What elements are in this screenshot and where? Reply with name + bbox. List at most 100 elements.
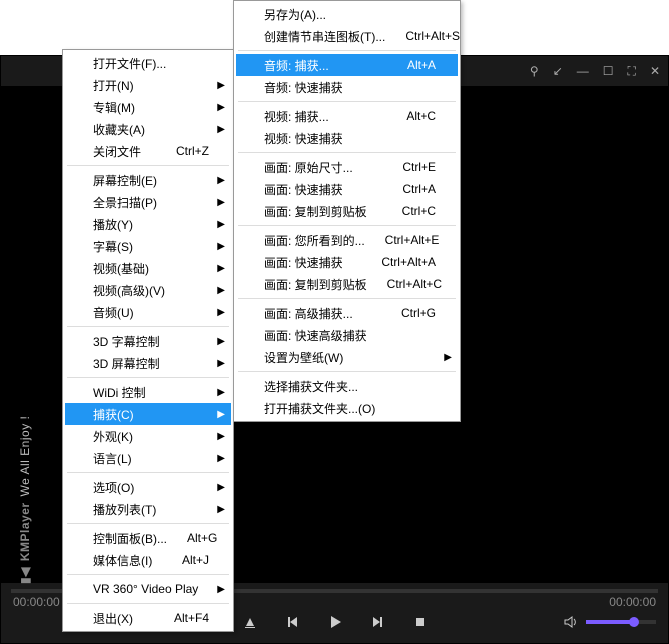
- pin-icon[interactable]: ⚲: [530, 64, 539, 78]
- record-icon[interactable]: [414, 616, 426, 628]
- menu-separator: [67, 603, 229, 604]
- menu-item-label: 全景扫描(P): [93, 194, 157, 211]
- next-icon[interactable]: [372, 616, 384, 628]
- menu-item[interactable]: 媒体信息(I) Alt+J: [65, 549, 231, 571]
- brand-watermark: ▮◀KMPlayerWe All Enjoy !: [17, 416, 32, 584]
- menu-shortcut: Ctrl+Alt+E: [365, 233, 440, 247]
- menu-item[interactable]: 专辑(M)▶: [65, 96, 231, 118]
- menu-item-label: 视频(基础): [93, 260, 149, 277]
- menu-item[interactable]: 打开(N)▶: [65, 74, 231, 96]
- context-menu-main[interactable]: 打开文件(F)...打开(N)▶专辑(M)▶收藏夹(A)▶关闭文件Ctrl+Z屏…: [62, 49, 234, 632]
- menu-item-label: 画面: 快速捕获: [264, 254, 343, 271]
- menu-separator: [238, 298, 456, 299]
- play-icon[interactable]: [328, 615, 342, 629]
- menu-item-label: 收藏夹(A): [93, 121, 145, 138]
- menu-item-label: 音频: 捕获...: [264, 57, 329, 74]
- submenu-arrow-icon: ▶: [217, 219, 225, 230]
- volume-slider[interactable]: [586, 620, 656, 624]
- menu-item[interactable]: 控制面板(B)...Alt+G: [65, 527, 231, 549]
- submenu-arrow-icon: ▶: [217, 482, 225, 493]
- menu-item[interactable]: 播放(Y)▶: [65, 213, 231, 235]
- menu-item[interactable]: 3D 屏幕控制▶: [65, 352, 231, 374]
- menu-item-label: 视频(高级)(V): [93, 282, 165, 299]
- menu-separator: [67, 326, 229, 327]
- menu-item[interactable]: 全景扫描(P)▶: [65, 191, 231, 213]
- menu-item-label: 3D 字幕控制: [93, 333, 160, 350]
- menu-item[interactable]: 创建情节串连图板(T)...Ctrl+Alt+S: [236, 25, 458, 47]
- menu-item[interactable]: 音频: 快速捕获: [236, 76, 458, 98]
- menu-item[interactable]: 选择捕获文件夹...: [236, 375, 458, 397]
- menu-shortcut: Alt+J: [162, 553, 209, 567]
- menu-item[interactable]: 音频: 捕获...Alt+A: [236, 54, 458, 76]
- menu-item[interactable]: 视频(高级)(V)▶: [65, 279, 231, 301]
- submenu-arrow-icon: ▶: [217, 387, 225, 398]
- menu-item[interactable]: 设置为壁纸(W) ▶: [236, 346, 458, 368]
- menu-separator: [67, 523, 229, 524]
- menu-separator: [238, 371, 456, 372]
- menu-item[interactable]: 视频: 捕获...Alt+C: [236, 105, 458, 127]
- menu-item[interactable]: 画面: 复制到剪贴板Ctrl+Alt+C: [236, 273, 458, 295]
- menu-item[interactable]: 画面: 快速高级捕获: [236, 324, 458, 346]
- menu-separator: [238, 225, 456, 226]
- minimize-icon[interactable]: —: [577, 64, 589, 78]
- menu-item[interactable]: 外观(K)▶: [65, 425, 231, 447]
- menu-item[interactable]: 退出(X)Alt+F4: [65, 607, 231, 629]
- menu-item[interactable]: 视频: 快速捕获: [236, 127, 458, 149]
- menu-item[interactable]: 播放列表(T)▶: [65, 498, 231, 520]
- context-menu-capture[interactable]: 另存为(A)...创建情节串连图板(T)...Ctrl+Alt+S 音频: 捕获.…: [233, 0, 461, 422]
- menu-item[interactable]: 选项(O)▶: [65, 476, 231, 498]
- menu-item[interactable]: 音频(U)▶: [65, 301, 231, 323]
- menu-shortcut: Ctrl+Alt+A: [361, 255, 436, 269]
- menu-item[interactable]: 打开文件(F)...: [65, 52, 231, 74]
- speaker-icon[interactable]: [564, 615, 578, 629]
- menu-separator: [238, 152, 456, 153]
- menu-item-label: 字幕(S): [93, 238, 133, 255]
- prev-icon[interactable]: [286, 616, 298, 628]
- menu-item[interactable]: WiDi 控制▶: [65, 381, 231, 403]
- menu-item[interactable]: 画面: 原始尺寸...Ctrl+E: [236, 156, 458, 178]
- menu-item-label: 关闭文件: [93, 143, 141, 160]
- menu-item[interactable]: 屏幕控制(E)▶: [65, 169, 231, 191]
- menu-item-label: 画面: 您所看到的...: [264, 232, 365, 249]
- submenu-arrow-icon: ▶: [217, 241, 225, 252]
- menu-shortcut: Ctrl+Z: [156, 144, 209, 158]
- menu-item-label: 捕获(C): [93, 406, 134, 423]
- menu-item[interactable]: 关闭文件 Ctrl+Z: [65, 140, 231, 162]
- menu-item[interactable]: 画面: 您所看到的...Ctrl+Alt+E: [236, 229, 458, 251]
- close-icon[interactable]: ✕: [650, 64, 660, 78]
- menu-item[interactable]: 字幕(S) ▶: [65, 235, 231, 257]
- submenu-arrow-icon: ▶: [217, 175, 225, 186]
- submenu-arrow-icon: ▶: [217, 504, 225, 515]
- menu-item-label: 媒体信息(I): [93, 552, 152, 569]
- menu-item-label: 专辑(M): [93, 99, 135, 116]
- menu-item-label: 打开捕获文件夹...(O): [264, 400, 375, 417]
- menu-item[interactable]: 另存为(A)...: [236, 3, 458, 25]
- menu-item[interactable]: VR 360° Video Play▶: [65, 578, 231, 600]
- menu-item-label: 设置为壁纸(W): [264, 349, 343, 366]
- submenu-arrow-icon: ▶: [217, 453, 225, 464]
- maximize-icon[interactable]: ☐: [603, 64, 614, 78]
- menu-item[interactable]: 画面: 复制到剪贴板Ctrl+C: [236, 200, 458, 222]
- menu-item[interactable]: 收藏夹(A)▶: [65, 118, 231, 140]
- menu-item[interactable]: 视频(基础)▶: [65, 257, 231, 279]
- menu-shortcut: Ctrl+G: [381, 306, 436, 320]
- menu-item[interactable]: 画面: 快速捕获 Ctrl+Alt+A: [236, 251, 458, 273]
- menu-shortcut: Ctrl+Alt+S: [385, 29, 460, 43]
- stop-icon[interactable]: [244, 616, 256, 628]
- restore-icon[interactable]: ↙: [553, 64, 563, 78]
- menu-item[interactable]: 打开捕获文件夹...(O): [236, 397, 458, 419]
- menu-shortcut: Ctrl+Alt+C: [367, 277, 442, 291]
- menu-item[interactable]: 语言(L)▶: [65, 447, 231, 469]
- menu-item[interactable]: 3D 字幕控制 ▶: [65, 330, 231, 352]
- submenu-arrow-icon: ▶: [217, 336, 225, 347]
- menu-item[interactable]: 画面: 高级捕获...Ctrl+G: [236, 302, 458, 324]
- menu-item-label: 视频: 快速捕获: [264, 130, 343, 147]
- menu-separator: [67, 377, 229, 378]
- submenu-arrow-icon: ▶: [444, 352, 452, 363]
- menu-item[interactable]: 捕获(C)▶: [65, 403, 231, 425]
- menu-item[interactable]: 画面: 快速捕获Ctrl+A: [236, 178, 458, 200]
- menu-separator: [67, 472, 229, 473]
- menu-item-label: 外观(K): [93, 428, 133, 445]
- fullscreen-icon[interactable]: ⛶: [628, 64, 636, 79]
- menu-item-label: 打开文件(F)...: [93, 55, 166, 72]
